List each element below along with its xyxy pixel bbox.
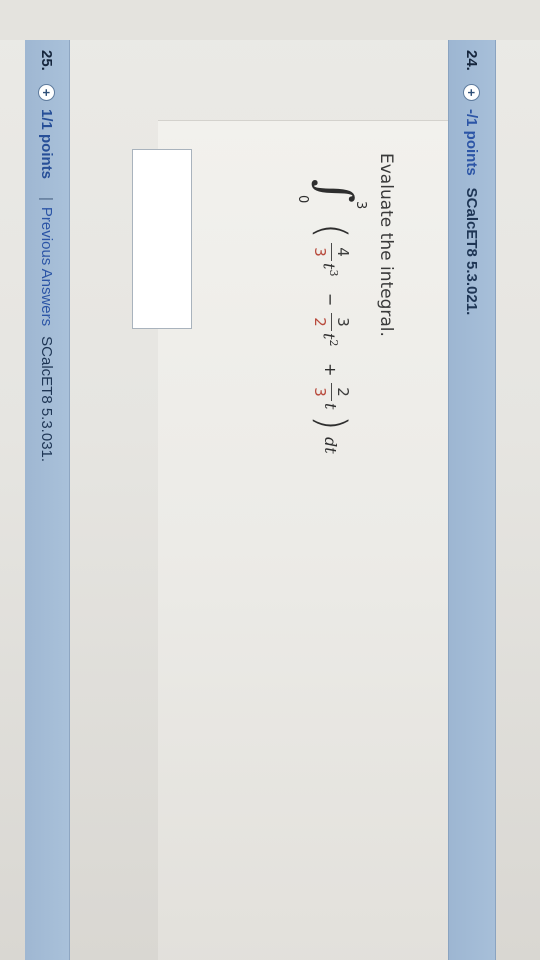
- term-2-var: t2: [319, 333, 340, 347]
- plus-circle-icon[interactable]: +: [463, 84, 481, 101]
- question-instruction: Evaluate the integral.: [376, 153, 396, 337]
- question-number: 24.: [463, 50, 481, 71]
- fraction-1: 4 3: [311, 243, 352, 261]
- term-1-var: t3: [319, 263, 340, 277]
- question-25-header: 25. + 1/1 points | Previous Answers SCal…: [25, 40, 70, 960]
- open-paren: (: [308, 223, 354, 239]
- webassign-page: 24. + -/1 points SCalcET8 5.3.021. Evalu…: [0, 0, 540, 960]
- question-source: SCalcET8 5.3.021.: [463, 187, 481, 316]
- points-link[interactable]: 1/1 points: [39, 109, 56, 179]
- upper-limit: 3: [353, 201, 368, 210]
- question-source: SCalcET8 5.3.031.: [38, 336, 56, 463]
- operator-minus: −: [321, 293, 340, 307]
- close-paren: ): [308, 415, 354, 431]
- question-24-body: Evaluate the integral. ∫ 3 0 ( 4 3 t3 − …: [132, 120, 448, 960]
- plus-circle-icon[interactable]: +: [38, 84, 56, 101]
- question-24-header: 24. + -/1 points SCalcET8 5.3.021.: [448, 40, 496, 960]
- previous-answers-link[interactable]: Previous Answers: [39, 207, 56, 326]
- question-number: 25.: [38, 50, 56, 71]
- fraction-2: 3 2: [311, 313, 352, 331]
- separator: |: [38, 197, 56, 201]
- lower-limit: 0: [295, 195, 310, 204]
- fraction-3: 2 3: [311, 383, 352, 401]
- term-3-var: t: [321, 403, 340, 410]
- differential: dt: [321, 437, 340, 454]
- operator-plus: +: [321, 363, 340, 377]
- answer-input[interactable]: [132, 149, 192, 329]
- left-gutter: [0, 0, 540, 40]
- integral-sign: ∫ 3 0: [295, 179, 368, 210]
- points-link[interactable]: -/1 points: [464, 109, 481, 176]
